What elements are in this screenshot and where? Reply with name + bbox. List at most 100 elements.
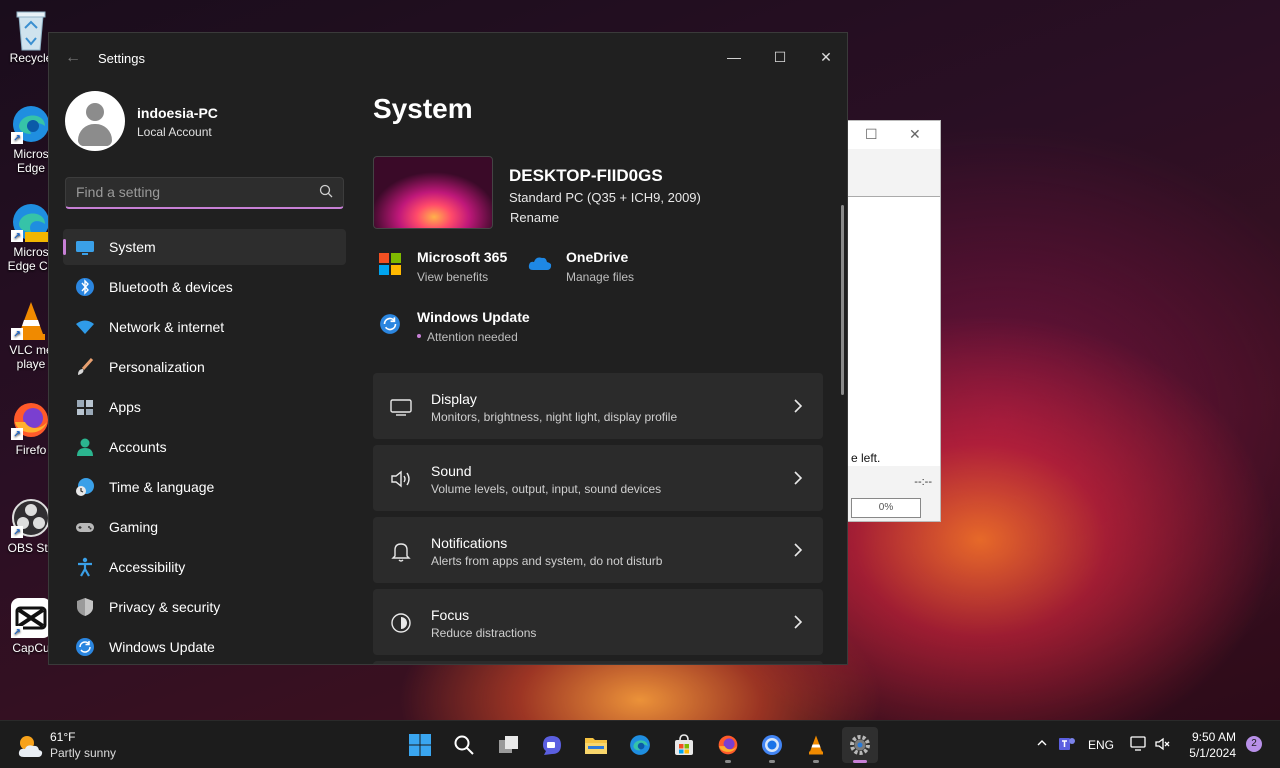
sidebar-item-label: Accounts xyxy=(109,439,167,455)
microsoft-logo-icon xyxy=(379,253,401,275)
weather-widget[interactable]: 61°F Partly sunny xyxy=(16,729,136,763)
main-content: System DESKTOP-FIID0GS Standard PC (Q35 … xyxy=(373,83,847,664)
quick-link-windows-update[interactable]: Windows Update Attention needed xyxy=(373,305,573,345)
accessibility-icon xyxy=(75,557,95,577)
scrollbar[interactable] xyxy=(841,205,844,395)
user-profile[interactable]: indoesia-PC Local Account xyxy=(65,91,345,151)
taskbar-chrome[interactable] xyxy=(754,727,790,763)
taskbar-chat[interactable] xyxy=(534,727,570,763)
sidebar-item-label: Gaming xyxy=(109,519,159,535)
sidebar-item-network[interactable]: Network & internet xyxy=(63,309,346,345)
bluetooth-icon xyxy=(75,277,95,297)
sidebar-item-label: Accessibility xyxy=(109,559,186,575)
chrome-icon xyxy=(762,735,782,755)
sidebar-item-label: Time & language xyxy=(109,479,215,495)
card-focus[interactable]: Focus Reduce distractions xyxy=(373,589,823,655)
system-tray: ENG xyxy=(1034,721,1174,768)
background-window-content xyxy=(847,196,940,466)
card-next-partial[interactable] xyxy=(373,661,823,664)
sidebar-item-apps[interactable]: Apps xyxy=(63,389,346,425)
quick-link-title: Windows Update xyxy=(417,309,530,325)
quick-link-subtitle: Manage files xyxy=(566,270,635,284)
gear-icon xyxy=(850,735,870,755)
vlc-cone-icon xyxy=(809,735,823,755)
clock-globe-icon xyxy=(75,477,95,497)
sidebar-item-personalization[interactable]: Personalization xyxy=(63,349,346,385)
task-view-button[interactable] xyxy=(490,727,526,763)
weather-condition: Partly sunny xyxy=(50,746,117,760)
taskbar-file-explorer[interactable] xyxy=(578,727,614,763)
chevron-up-icon[interactable] xyxy=(1036,736,1048,754)
sidebar-item-label: Privacy & security xyxy=(109,599,221,615)
close-icon[interactable]: ✕ xyxy=(909,126,921,143)
desktop-icon-label: Recycle xyxy=(9,51,53,65)
sidebar-item-time-language[interactable]: Time & language xyxy=(63,469,346,505)
sidebar-item-gaming[interactable]: Gaming xyxy=(63,509,346,545)
sidebar-item-label: Windows Update xyxy=(109,639,215,655)
update-icon xyxy=(75,637,95,657)
chevron-right-icon xyxy=(791,469,805,487)
firefox-icon: ↗ xyxy=(11,400,51,440)
search-icon[interactable] xyxy=(319,184,333,203)
background-window-titlebar[interactable]: ☐ ✕ xyxy=(847,121,940,149)
chevron-right-icon xyxy=(791,613,805,631)
card-display[interactable]: Display Monitors, brightness, night ligh… xyxy=(373,373,823,439)
quick-link-onedrive[interactable]: OneDrive Manage files xyxy=(522,245,672,285)
settings-window: ← Settings — ☐ ✕ indoesia-PC Local Accou… xyxy=(48,32,848,665)
window-title: Settings xyxy=(98,51,145,66)
sidebar-item-label: Apps xyxy=(109,399,141,415)
nav-list: System Bluetooth & devices Network & int… xyxy=(63,229,346,664)
sidebar-item-label: System xyxy=(109,239,156,255)
maximize-button[interactable]: ☐ xyxy=(757,41,803,73)
desktop-icon-label: VLC me playe xyxy=(9,343,53,371)
store-bag-icon xyxy=(675,734,693,755)
teams-icon[interactable] xyxy=(1058,735,1076,758)
sidebar-item-system[interactable]: System xyxy=(63,229,346,265)
sidebar-item-accessibility[interactable]: Accessibility xyxy=(63,549,346,585)
taskbar-vlc[interactable] xyxy=(798,727,834,763)
close-button[interactable]: ✕ xyxy=(803,41,847,73)
settings-titlebar[interactable]: ← Settings — ☐ ✕ xyxy=(49,33,847,83)
start-button[interactable] xyxy=(402,727,438,763)
desktop-icon-label: Firefo xyxy=(15,443,47,457)
account-type: Local Account xyxy=(137,125,212,139)
taskbar-store[interactable] xyxy=(666,727,702,763)
network-monitor-icon[interactable] xyxy=(1130,735,1148,758)
sidebar-item-privacy[interactable]: Privacy & security xyxy=(63,589,346,625)
background-window-progress: 0% xyxy=(851,498,921,518)
taskbar-settings[interactable] xyxy=(842,727,878,763)
back-arrow-icon[interactable]: ← xyxy=(65,49,81,67)
search-input[interactable] xyxy=(76,184,306,200)
wifi-icon xyxy=(75,317,95,337)
sidebar-item-accounts[interactable]: Accounts xyxy=(63,429,346,465)
clock[interactable]: 9:50 AM 5/1/2024 xyxy=(1189,729,1236,761)
taskbar-edge[interactable] xyxy=(622,727,658,763)
speaker-muted-icon[interactable] xyxy=(1154,735,1172,758)
taskbar-search-button[interactable] xyxy=(446,727,482,763)
card-notifications[interactable]: Notifications Alerts from apps and syste… xyxy=(373,517,823,583)
card-sound[interactable]: Sound Volume levels, output, input, soun… xyxy=(373,445,823,511)
recycle-bin-icon xyxy=(11,8,51,51)
clock-time: 9:50 AM xyxy=(1191,730,1236,744)
taskbar-firefox[interactable] xyxy=(710,727,746,763)
notification-badge[interactable]: 2 xyxy=(1246,736,1262,752)
taskbar: 61°F Partly sunny ENG 9:50 AM 5/1/2024 2 xyxy=(0,720,1280,768)
search-icon xyxy=(454,735,474,755)
user-name: indoesia-PC xyxy=(137,105,218,121)
desktop-wallpaper-thumbnail[interactable] xyxy=(373,156,493,229)
language-indicator[interactable]: ENG xyxy=(1088,738,1114,752)
speaker-icon xyxy=(389,467,413,491)
rename-link[interactable]: Rename xyxy=(510,210,559,225)
sidebar-item-bluetooth[interactable]: Bluetooth & devices xyxy=(63,269,346,305)
sidebar-item-windows-update[interactable]: Windows Update xyxy=(63,629,346,664)
focus-icon xyxy=(389,611,413,635)
minimize-button[interactable]: — xyxy=(711,41,757,73)
card-subtitle: Volume levels, output, input, sound devi… xyxy=(431,482,662,496)
quick-link-microsoft-365[interactable]: Microsoft 365 View benefits xyxy=(373,245,523,285)
background-window[interactable]: ☐ ✕ e left. --:-- 0% xyxy=(846,120,941,522)
partly-sunny-icon xyxy=(16,733,44,764)
maximize-icon[interactable]: ☐ xyxy=(865,126,878,143)
update-icon xyxy=(379,313,401,335)
search-box[interactable] xyxy=(65,177,344,209)
onedrive-cloud-icon xyxy=(528,255,552,277)
